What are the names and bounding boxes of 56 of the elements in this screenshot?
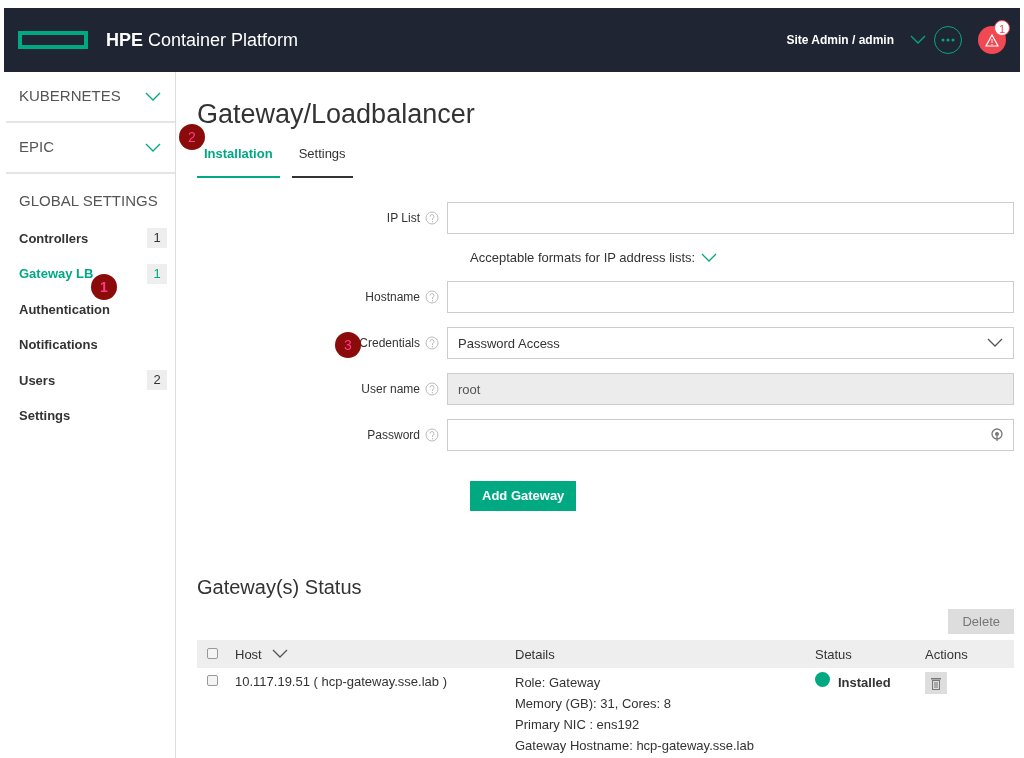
column-header[interactable]: Host bbox=[235, 644, 262, 665]
field-label: IP List bbox=[386, 209, 420, 227]
count-badge: 1 bbox=[147, 263, 167, 284]
field-label: Hostname bbox=[365, 289, 420, 307]
sidebar-section[interactable]: KUBERNETES bbox=[19, 85, 121, 108]
user-menu[interactable]: Site Admin / admin bbox=[786, 31, 894, 49]
sidebar-item[interactable]: Notifications bbox=[19, 335, 98, 355]
table-cell-text: Role: Gateway bbox=[515, 674, 602, 693]
trash-icon bbox=[931, 676, 941, 690]
app-title: HPE Container Platform bbox=[106, 28, 299, 52]
annotation-marker: 3 bbox=[335, 332, 361, 359]
sidebar-item[interactable]: Settings bbox=[19, 406, 71, 426]
table-cell-text: Primary NIC : ens192 bbox=[515, 716, 641, 735]
hint-text: Acceptable formats for IP address lists: bbox=[470, 248, 696, 267]
annotation-marker: 2 bbox=[179, 124, 205, 151]
column-header: Actions bbox=[925, 645, 968, 664]
input-field: root bbox=[447, 373, 1014, 406]
more-icon[interactable] bbox=[941, 38, 955, 42]
status-text: Installed bbox=[838, 675, 891, 691]
checkbox[interactable] bbox=[207, 675, 218, 687]
help-icon[interactable] bbox=[425, 336, 439, 351]
warning-icon bbox=[985, 33, 999, 47]
input-field[interactable] bbox=[447, 281, 1014, 314]
sidebar-section[interactable]: EPIC bbox=[19, 136, 54, 159]
table-cell-text: Gateway Hostname: hcp-gateway.sse.lab bbox=[515, 737, 755, 756]
checkbox[interactable] bbox=[207, 647, 218, 659]
column-header: Status bbox=[815, 645, 852, 664]
sidebar-item[interactable]: Controllers bbox=[19, 228, 89, 248]
input-field[interactable] bbox=[447, 201, 1014, 234]
sidebar-item[interactable]: Authentication bbox=[19, 299, 110, 319]
delete-row-button[interactable] bbox=[925, 672, 947, 695]
column-header: Details bbox=[515, 645, 555, 664]
sidebar-heading: GLOBAL SETTINGS bbox=[18, 191, 159, 211]
count-badge: 1 bbox=[147, 228, 167, 249]
caret-icon[interactable] bbox=[987, 338, 1003, 349]
tab[interactable]: Settings bbox=[291, 134, 353, 178]
table-cell-text: Memory (GB): 31, Cores: 8 bbox=[515, 695, 673, 714]
help-icon[interactable] bbox=[425, 290, 439, 305]
count-badge: 2 bbox=[147, 370, 167, 391]
alert-button[interactable] bbox=[978, 26, 1006, 54]
table-cell: 10.117.19.51 ( hcp-gateway.sse.lab ) bbox=[235, 674, 447, 690]
field-label: User name bbox=[361, 381, 420, 399]
caret-icon[interactable] bbox=[910, 35, 926, 45]
field-label: Password bbox=[367, 427, 420, 445]
help-icon[interactable] bbox=[425, 428, 439, 443]
help-icon[interactable] bbox=[425, 210, 439, 225]
sort-icon[interactable] bbox=[271, 649, 288, 660]
field-label: Credentials bbox=[359, 335, 420, 353]
help-icon[interactable] bbox=[425, 382, 439, 397]
select-field[interactable]: Password Access bbox=[447, 327, 1014, 360]
alert-count: 1 bbox=[994, 20, 1010, 36]
input-field[interactable] bbox=[447, 419, 1014, 452]
sidebar-item[interactable]: Users bbox=[19, 370, 56, 390]
section-title: Gateway(s) Status bbox=[197, 574, 363, 599]
logo-icon bbox=[18, 31, 88, 49]
delete-button: Delete bbox=[948, 608, 1014, 635]
